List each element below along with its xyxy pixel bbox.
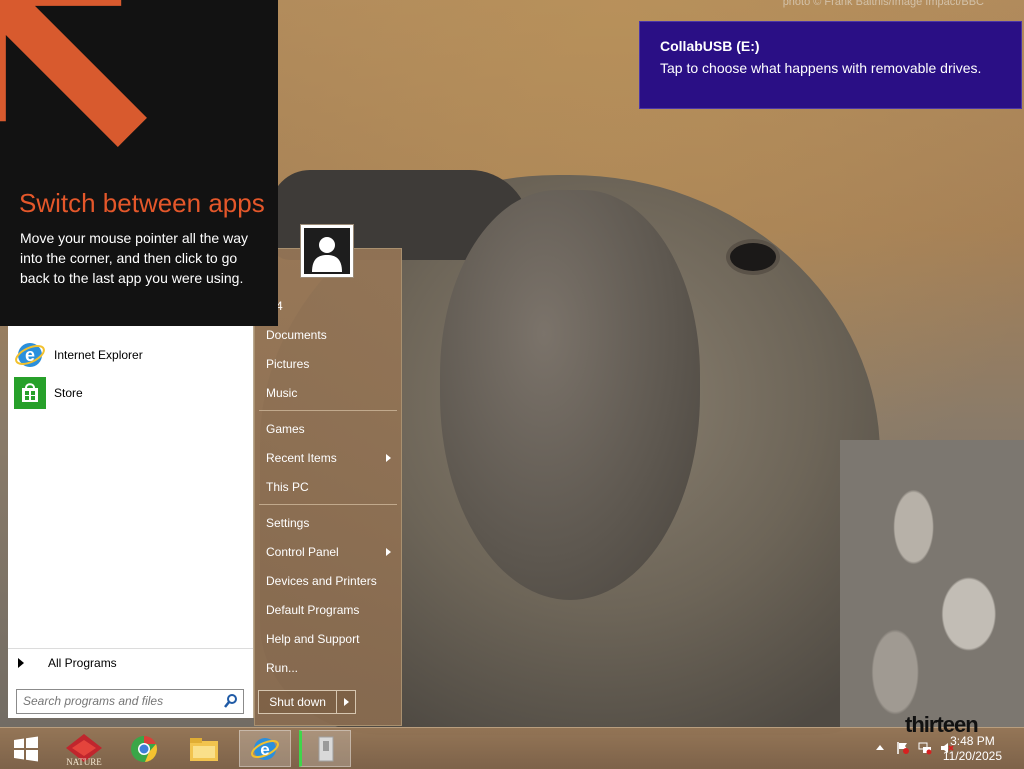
start-item-recent-items[interactable]: Recent Items	[266, 451, 337, 465]
all-programs-label: All Programs	[48, 656, 117, 670]
svg-text:e: e	[25, 345, 35, 365]
windows-logo-icon	[14, 736, 38, 761]
program-store[interactable]: Store	[14, 376, 248, 410]
search-box	[16, 689, 244, 714]
separator	[259, 410, 397, 411]
chrome-button[interactable]	[118, 730, 170, 767]
all-programs-button[interactable]: All Programs	[8, 648, 253, 677]
switch-apps-tip: Switch between apps Move your mouse poin…	[0, 0, 278, 326]
svg-text:NATURE: NATURE	[66, 757, 102, 766]
user-silhouette-icon	[312, 237, 342, 272]
toast-title: CollabUSB (E:)	[660, 38, 760, 54]
toast-body: Tap to choose what happens with removabl…	[660, 60, 982, 76]
start-item-music[interactable]: Music	[266, 386, 297, 400]
store-icon	[14, 377, 46, 409]
start-item-games[interactable]: Games	[266, 422, 305, 436]
expand-arrow-icon	[18, 658, 24, 668]
start-button[interactable]	[0, 730, 52, 767]
tip-text: Move your mouse pointer all the way into…	[20, 230, 248, 286]
tv-watermark: thirteen	[905, 712, 979, 737]
clock-date: 11/20/2025	[942, 749, 1002, 763]
start-item-control-panel[interactable]: Control Panel	[266, 545, 339, 559]
start-item-this-pc[interactable]: This PC	[266, 480, 309, 494]
submenu-arrow-icon	[386, 454, 391, 462]
start-item-settings[interactable]: Settings	[266, 516, 309, 530]
search-icon[interactable]	[223, 693, 239, 709]
program-label: Store	[54, 386, 83, 400]
shutdown-button[interactable]: Shut down	[258, 690, 338, 714]
start-item-default-programs[interactable]: Default Programs	[266, 603, 359, 617]
show-hidden-icons-icon[interactable]	[876, 745, 884, 750]
shutdown-options-button[interactable]	[337, 690, 356, 714]
program-label: Internet Explorer	[54, 348, 143, 362]
chrome-icon	[131, 735, 158, 762]
nature-app-icon: NATURE	[66, 733, 102, 766]
start-item-devices-printers[interactable]: Devices and Printers	[266, 574, 377, 588]
photo-credit: photo © Frank Balthis/Image Impact/BBC	[782, 0, 984, 8]
internet-explorer-button[interactable]: e	[239, 730, 291, 767]
taskbar: NATURE e 3:48 PM 11/20/2025	[0, 727, 1024, 769]
usb-app-button[interactable]	[299, 730, 351, 767]
clock[interactable]: 3:48 PM 11/20/2025	[943, 734, 1002, 764]
submenu-arrow-icon	[386, 548, 391, 556]
start-item-help-support[interactable]: Help and Support	[266, 632, 359, 646]
start-item-pictures[interactable]: Pictures	[266, 357, 309, 371]
start-menu-left-pane: e Internet Explorer Store All Programs	[8, 326, 254, 718]
nature-app-button[interactable]: NATURE	[58, 730, 110, 767]
file-explorer-button[interactable]	[178, 730, 230, 767]
start-item-run[interactable]: Run...	[266, 661, 298, 675]
shutdown-group: Shut down	[258, 690, 356, 714]
folder-icon	[190, 737, 218, 761]
tip-title: Switch between apps	[19, 188, 265, 218]
wallpaper-seal-eye	[730, 243, 776, 271]
usb-drive-icon	[318, 736, 334, 761]
user-avatar[interactable]	[300, 224, 354, 278]
svg-text:e: e	[260, 740, 269, 759]
action-center-flag-icon[interactable]	[896, 741, 910, 755]
internet-explorer-icon: e	[251, 737, 279, 760]
wallpaper-rocks	[840, 440, 1024, 730]
wallpaper-seal-nose	[440, 190, 700, 600]
separator	[259, 504, 397, 505]
network-icon[interactable]	[918, 741, 932, 755]
corner-arrow-icon	[0, 0, 147, 147]
internet-explorer-icon: e	[15, 343, 45, 367]
program-internet-explorer[interactable]: e Internet Explorer	[14, 338, 248, 372]
usb-toast-notification[interactable]: CollabUSB (E:) Tap to choose what happen…	[639, 21, 1022, 109]
start-item-documents[interactable]: Documents	[266, 328, 327, 342]
search-input[interactable]	[17, 690, 225, 711]
